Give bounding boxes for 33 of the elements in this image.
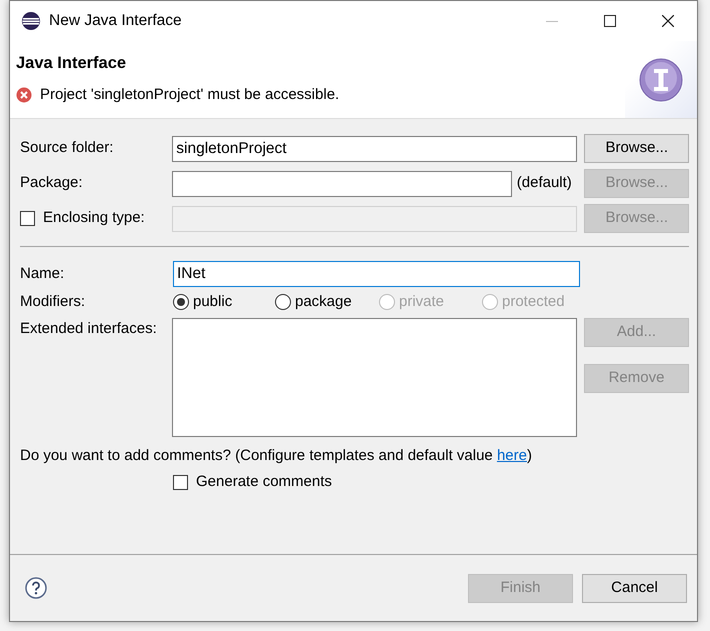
radio-button[interactable] xyxy=(275,294,291,310)
error-icon xyxy=(16,87,32,103)
interface-list[interactable] xyxy=(172,318,577,437)
page-title: Java Interface xyxy=(16,53,128,74)
error-message: Project 'singletonProject' must be accessible. xyxy=(40,84,340,105)
interface-icon xyxy=(639,58,683,102)
text-field[interactable]: singletonProject xyxy=(172,136,578,162)
field-suffix: (default) xyxy=(516,173,573,194)
maximize-icon[interactable] xyxy=(604,15,616,27)
field-label: Name: xyxy=(20,264,66,284)
checkbox[interactable] xyxy=(173,474,188,490)
field-label: Extended interfaces: xyxy=(20,319,158,339)
comment-prompt: Do you want to add comments? (Configure templates and default value here) xyxy=(20,447,532,464)
checkbox-label: Enclosing type: xyxy=(43,208,145,228)
button[interactable]: Browse... xyxy=(584,134,689,163)
text-field[interactable] xyxy=(172,170,512,196)
templates-link[interactable]: here xyxy=(496,447,527,464)
checkbox-label: Generate comments xyxy=(196,472,332,492)
radio-label: private xyxy=(399,292,444,312)
window-title: New Java Interface xyxy=(49,11,182,32)
app-icon xyxy=(21,11,41,31)
help-icon[interactable] xyxy=(25,577,47,599)
field-label: Source folder: xyxy=(20,138,114,158)
radio-label: protected xyxy=(502,292,565,312)
field-label: Package: xyxy=(20,173,84,194)
button[interactable]: Cancel xyxy=(582,574,687,602)
radio-label: public xyxy=(193,292,232,312)
field-label: Modifiers: xyxy=(20,292,86,312)
close-icon[interactable] xyxy=(662,15,674,27)
checkbox[interactable] xyxy=(20,211,35,226)
radio-button[interactable] xyxy=(173,294,189,310)
text-field[interactable]: INet xyxy=(173,261,580,287)
radio-label: package xyxy=(295,292,352,312)
